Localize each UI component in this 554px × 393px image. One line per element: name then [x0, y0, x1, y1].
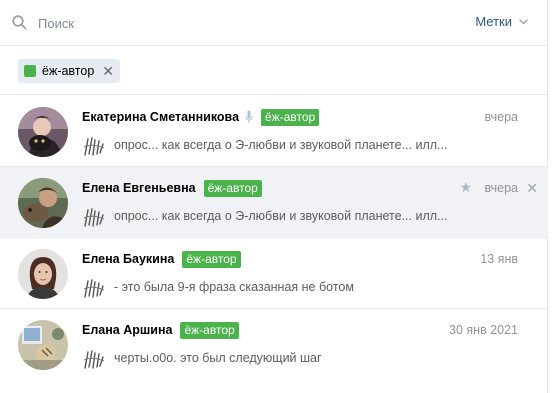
message-date: вчера: [484, 110, 518, 124]
labels-button-label: Метки: [475, 14, 512, 29]
conversation-header: Екатерина Сметанникова ёж-автор: [82, 108, 320, 126]
filter-chip-label: ёж-автор: [42, 64, 95, 78]
message-preview: опрос... как всегда о Э-любви и звуковой…: [114, 138, 448, 152]
conversations-panel: Метки ёж-автор ✕ Ек: [0, 0, 548, 393]
close-icon[interactable]: ✕: [526, 180, 538, 197]
conversation-header: Елена Баукина ёж-автор: [82, 250, 241, 268]
message-date: 30 янв 2021: [449, 323, 518, 337]
remove-filter-icon[interactable]: ✕: [102, 64, 114, 78]
woman-with-cat-avatar[interactable]: [18, 107, 68, 157]
conversation-row[interactable]: Елана Аршина ёж-автор 30 янв 2021 черты.…: [0, 309, 548, 380]
label-tag: ёж-автор: [203, 179, 262, 197]
search-icon: [12, 15, 27, 30]
sender-hedgehog-icon: [83, 208, 105, 227]
message-date: вчера: [484, 181, 518, 195]
woman-portrait-avatar[interactable]: [18, 249, 68, 299]
search-bar: Метки: [0, 0, 548, 46]
contact-name: Екатерина Сметанникова: [82, 110, 240, 124]
sender-hedgehog-icon: [83, 137, 105, 156]
label-color-swatch: [24, 65, 36, 77]
microphone-muted-icon: [245, 110, 253, 123]
sender-hedgehog-icon: [83, 279, 105, 298]
message-preview: - это была 9-я фраза сказанная не ботом: [114, 280, 354, 294]
woman-with-dog-avatar[interactable]: [18, 178, 68, 228]
conversation-header: Елана Аршина ёж-автор: [82, 321, 239, 339]
conversation-row[interactable]: Елена Баукина ёж-автор 13 янв - это была…: [0, 238, 548, 309]
conversation-header: Елена Евгеньевна ёж-автор: [82, 179, 262, 197]
contact-name: Елена Баукина: [82, 252, 175, 266]
conversation-row[interactable]: Елена Евгеньевна ёж-автор ★ вчера ✕ опро…: [0, 167, 548, 238]
contact-name: Елена Евгеньевна: [82, 181, 196, 195]
desk-photo-avatar[interactable]: [18, 320, 68, 370]
message-preview: опрос... как всегда о Э-любви и звуковой…: [114, 209, 448, 223]
contact-name: Елана Аршина: [82, 323, 173, 337]
message-preview: черты.о0о. это был следующий шаг: [114, 351, 322, 365]
chevron-down-icon: [519, 18, 528, 24]
filter-chip[interactable]: ёж-автор ✕: [18, 59, 121, 83]
label-tag: ёж-автор: [261, 108, 320, 126]
labels-dropdown-button[interactable]: Метки: [475, 14, 528, 29]
label-tag: ёж-автор: [182, 250, 241, 268]
label-tag: ёж-автор: [180, 321, 239, 339]
search-input[interactable]: [38, 10, 418, 36]
sender-hedgehog-icon: [83, 350, 105, 369]
active-filters: ёж-автор ✕: [0, 47, 548, 95]
star-icon[interactable]: ★: [459, 179, 472, 196]
conversation-row[interactable]: Екатерина Сметанникова ёж-автор вчера оп…: [0, 96, 548, 167]
message-date: 13 янв: [480, 252, 518, 266]
